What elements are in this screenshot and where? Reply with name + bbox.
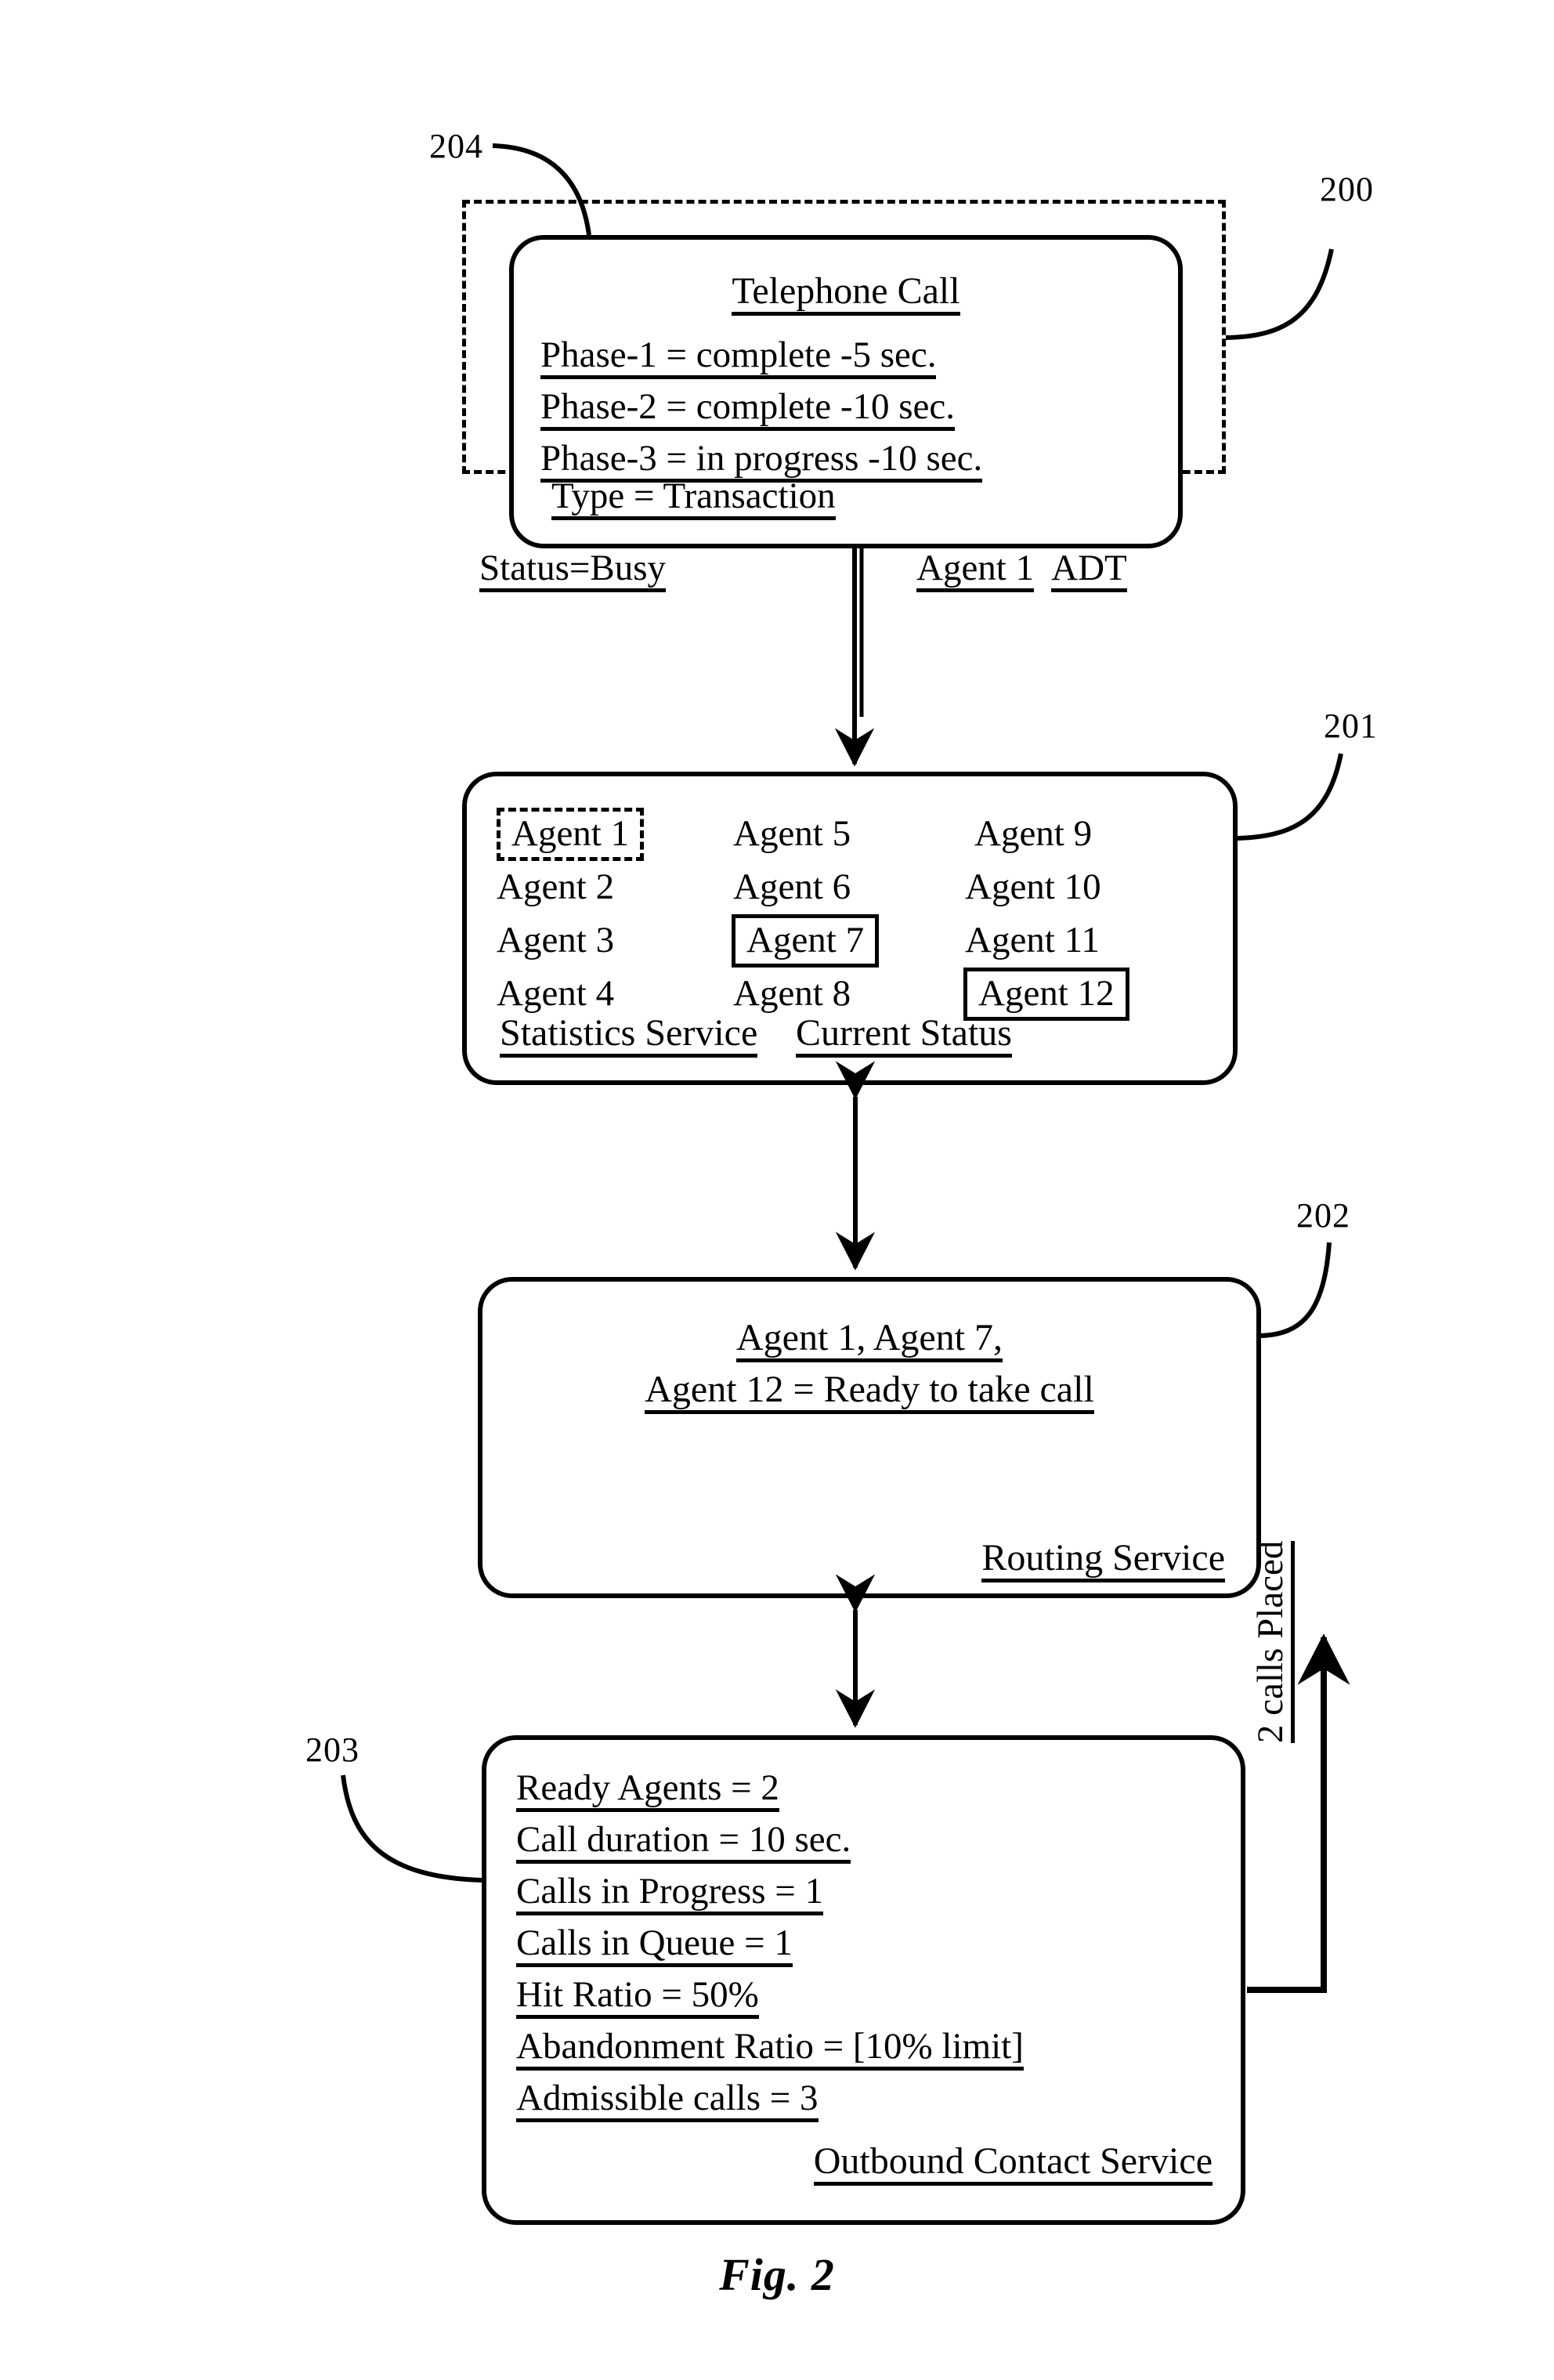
agent-12-label: Agent 12: [978, 973, 1115, 1014]
assigned-agent-text: Agent 1: [916, 548, 1035, 593]
agent-cell-8: Agent 8: [733, 972, 851, 1015]
outbound-stat-1-text: Ready Agents = 2: [516, 1768, 779, 1813]
statistics-service-footer: Statistics Service: [500, 1011, 758, 1058]
reference-numeral-204: 204: [429, 127, 483, 165]
adt-text: ADT: [1051, 548, 1127, 593]
agent-cell-4: Agent 4: [497, 972, 614, 1015]
phase-1-text: Phase-1 = complete -5 sec.: [540, 335, 937, 380]
agent-cell-5: Agent 5: [733, 812, 851, 855]
agent-10-label: Agent 10: [965, 866, 1101, 907]
routing-ready-line-1-text: Agent 1, Agent 7,: [736, 1318, 1003, 1363]
leader-line-200: [1225, 248, 1334, 340]
agent-cell-7: Agent 7: [732, 914, 880, 968]
outbound-contact-service-footer: Outbound Contact Service: [813, 2139, 1212, 2186]
outbound-stat-4: Calls in Queue = 1: [516, 1922, 793, 1968]
call-type-line: Type = Transaction: [551, 475, 836, 521]
agent-1-label: Agent 1: [511, 813, 630, 854]
agent-cell-10: Agent 10: [965, 866, 1101, 908]
telephone-call-title-text: Telephone Call: [732, 271, 960, 316]
outbound-stat-2: Call duration = 10 sec.: [516, 1818, 851, 1865]
figure-page: Telephone Call Phase-1 = complete -5 sec…: [0, 0, 1554, 2380]
outbound-contact-service-footer-text: Outbound Contact Service: [813, 2141, 1212, 2186]
agent-cell-1: Agent 1: [497, 808, 645, 861]
outbound-stat-4-text: Calls in Queue = 1: [516, 1923, 793, 1968]
agent-6-label: Agent 6: [733, 866, 851, 907]
agent-1-highlight: Agent 1: [497, 808, 645, 861]
statistics-service-box: Agent 1 Agent 2 Agent 3 Agent 4 Agent 5 …: [462, 772, 1238, 1085]
agent-cell-11: Agent 11: [965, 919, 1100, 961]
agent-2-label: Agent 2: [497, 866, 615, 907]
status-busy-label: Status=Busy: [479, 547, 667, 593]
routing-service-footer: Routing Service: [981, 1536, 1225, 1583]
leader-line-202: [1260, 1242, 1332, 1338]
agent-cell-6: Agent 6: [733, 866, 851, 908]
routing-service-footer-text: Routing Service: [981, 1538, 1225, 1583]
reference-numeral-200: 200: [1320, 170, 1374, 208]
agent-5-label: Agent 5: [733, 813, 851, 854]
leader-line-203: [341, 1774, 482, 1883]
agent-cell-3: Agent 3: [497, 919, 614, 961]
call-type-text: Type = Transaction: [551, 476, 836, 521]
outbound-stat-1: Ready Agents = 2: [516, 1767, 779, 1813]
phase-2-text: Phase-2 = complete -10 sec.: [540, 387, 955, 432]
assigned-agent-group: Agent 1 ADT: [916, 547, 1144, 593]
outbound-stat-5-text: Hit Ratio = 50%: [516, 1975, 759, 2020]
routing-ready-line-2: Agent 12 = Ready to take call: [482, 1368, 1256, 1415]
agent-3-label: Agent 3: [497, 920, 615, 960]
telephone-call-box: Telephone Call Phase-1 = complete -5 sec…: [509, 235, 1183, 548]
telephone-call-title: Telephone Call: [514, 269, 1178, 316]
phase-2-line: Phase-2 = complete -10 sec.: [540, 385, 955, 432]
agent-cell-12: Agent 12: [963, 968, 1129, 1021]
outbound-stat-7-text: Admissible calls = 3: [516, 2078, 819, 2123]
agent-7-label: Agent 7: [746, 920, 865, 960]
outbound-stat-2-text: Call duration = 10 sec.: [516, 1820, 851, 1865]
outbound-stat-6: Abandonment Ratio = [10% limit]: [516, 2025, 1024, 2071]
agent-cell-2: Agent 2: [497, 866, 614, 908]
phase-1-line: Phase-1 = complete -5 sec.: [540, 334, 937, 380]
agent-8-label: Agent 8: [733, 973, 851, 1014]
outbound-stat-7: Admissible calls = 3: [516, 2077, 819, 2123]
routing-service-box: Agent 1, Agent 7, Agent 12 = Ready to ta…: [478, 1277, 1261, 1598]
routing-ready-line-1: Agent 1, Agent 7,: [482, 1316, 1256, 1363]
agent-11-label: Agent 11: [965, 920, 1100, 960]
reference-numeral-202: 202: [1296, 1196, 1350, 1235]
figure-caption: Fig. 2: [719, 2249, 835, 2300]
outbound-stat-5: Hit Ratio = 50%: [516, 1973, 759, 2020]
calls-placed-text: 2 calls Placed: [1250, 1540, 1296, 1743]
agent-4-label: Agent 4: [497, 973, 615, 1014]
current-status-footer-text: Current Status: [796, 1013, 1012, 1058]
calls-placed-label: 2 calls Placed: [1249, 1367, 1304, 1743]
reference-numeral-201: 201: [1324, 707, 1378, 745]
routing-ready-line-2-text: Agent 12 = Ready to take call: [645, 1369, 1094, 1415]
outbound-contact-service-box: Ready Agents = 2 Call duration = 10 sec.…: [482, 1735, 1245, 2225]
status-busy-text: Status=Busy: [479, 548, 667, 593]
statistics-service-footer-text: Statistics Service: [500, 1013, 758, 1058]
outbound-stat-3-text: Calls in Progress = 1: [516, 1872, 824, 1916]
agent-9-label: Agent 9: [974, 813, 1093, 854]
current-status-footer: Current Status: [796, 1011, 1012, 1058]
outbound-stat-6-text: Abandonment Ratio = [10% limit]: [516, 2027, 1024, 2071]
agent-7-highlight: Agent 7: [732, 914, 880, 968]
agent-cell-9: Agent 9: [974, 812, 1092, 855]
leader-line-201: [1237, 753, 1343, 841]
outbound-stat-3: Calls in Progress = 1: [516, 1870, 824, 1916]
reference-numeral-203: 203: [305, 1731, 360, 1769]
